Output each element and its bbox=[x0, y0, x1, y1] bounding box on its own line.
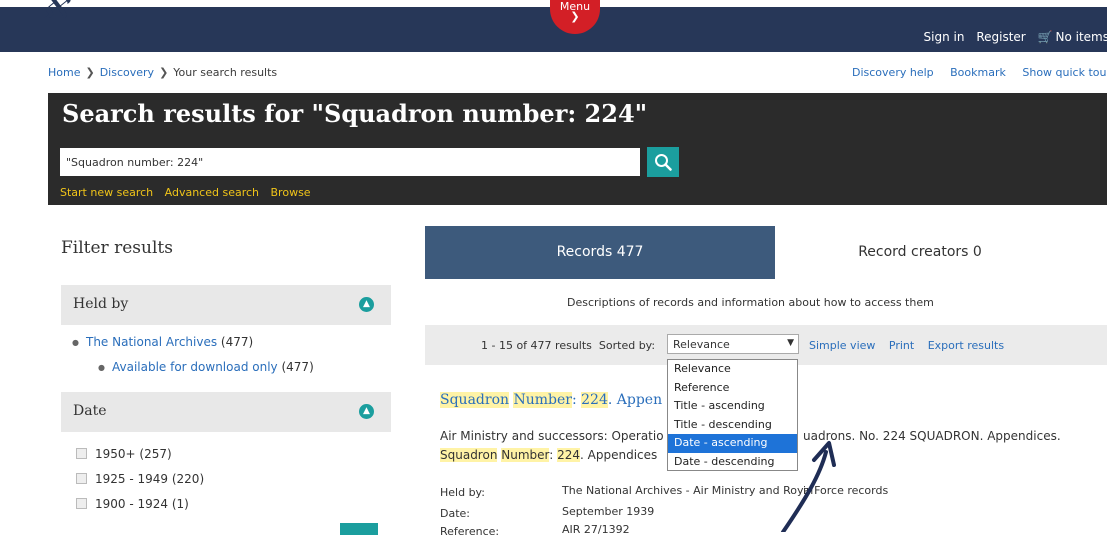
annotation-arrow-icon bbox=[0, 0, 1107, 532]
